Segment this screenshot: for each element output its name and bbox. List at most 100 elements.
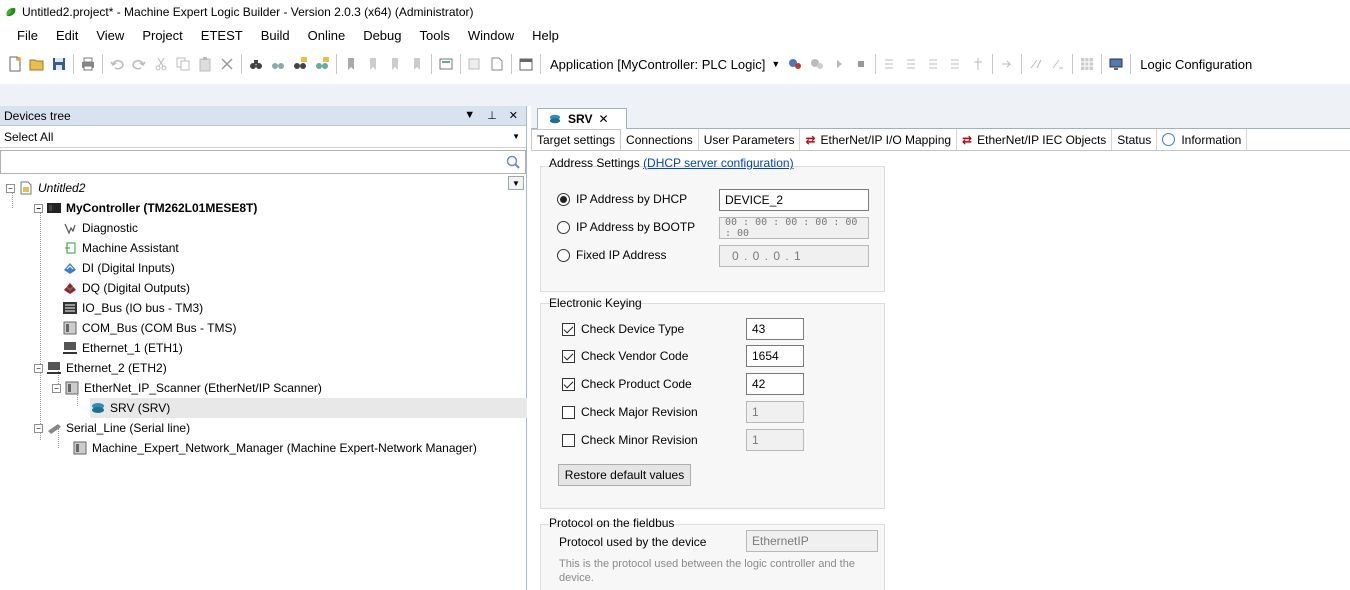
tree-node-ethernet-ip-scanner[interactable]: − EtherNet_IP_Scanner (EtherNet/IP Scann…	[52, 378, 322, 398]
tree-node-com-bus[interactable]: COM_Bus (COM Bus - TMS)	[62, 318, 236, 338]
pane-menu-icon[interactable]: ▼	[464, 109, 475, 122]
menu-edit[interactable]: Edit	[47, 25, 87, 47]
device-type-input[interactable]: 43	[746, 318, 804, 340]
menu-window[interactable]: Window	[459, 25, 523, 47]
tree-node-machine-assistant[interactable]: Machine Assistant	[62, 238, 179, 258]
menu-file[interactable]: File	[8, 25, 47, 47]
tab-connections[interactable]: Connections	[621, 129, 699, 150]
find-icon[interactable]	[246, 54, 266, 74]
build-dropdown-icon[interactable]	[465, 54, 485, 74]
menu-view[interactable]: View	[87, 25, 133, 47]
logic-configuration-button[interactable]: Logic Configuration	[1134, 57, 1252, 72]
next-bookmark-icon[interactable]	[363, 54, 383, 74]
fixed-ip-input[interactable]: 0 . 0 . 0 . 1	[719, 245, 869, 267]
check-product-code[interactable]: Check Product Code	[562, 377, 692, 391]
check-major-revision[interactable]: Check Major Revision	[562, 405, 698, 419]
clear-bookmarks-icon[interactable]	[407, 54, 427, 74]
product-code-input[interactable]: 42	[746, 373, 804, 395]
delete-icon[interactable]	[217, 54, 237, 74]
save-icon[interactable]	[49, 54, 69, 74]
tree-node-srv[interactable]: SRV (SRV)	[90, 398, 527, 418]
checkbox-checked[interactable]	[562, 349, 575, 363]
tree-node-digital-inputs[interactable]: DI (Digital Inputs)	[62, 258, 175, 278]
tree-node-network-manager[interactable]: Machine_Expert_Network_Manager (Machine …	[72, 438, 477, 458]
stop-icon[interactable]	[851, 54, 871, 74]
start-icon[interactable]	[829, 54, 849, 74]
select-all-dropdown[interactable]: Select All ▼	[0, 126, 526, 148]
redo-icon[interactable]	[129, 54, 149, 74]
pin-icon[interactable]: ⊥	[487, 109, 497, 122]
step-into-icon[interactable]	[902, 54, 922, 74]
tab-user-parameters[interactable]: User Parameters	[699, 129, 801, 150]
ip-dhcp-radio[interactable]: IP Address by DHCP	[557, 192, 687, 206]
active-application-select[interactable]: Application [MyController: PLC Logic] ▼	[544, 53, 784, 75]
tree-node-ethernet-2[interactable]: − Ethernet_2 (ETH2)	[34, 358, 167, 378]
check-minor-revision[interactable]: Check Minor Revision	[562, 433, 698, 447]
step-out-icon[interactable]	[924, 54, 944, 74]
logout-icon[interactable]	[807, 54, 827, 74]
fixed-ip-radio[interactable]: Fixed IP Address	[557, 248, 667, 262]
tree-node-serial-line[interactable]: − Serial_Line (Serial line)	[34, 418, 190, 438]
undo-icon[interactable]	[107, 54, 127, 74]
menu-tools[interactable]: Tools	[411, 25, 459, 47]
ip-bootp-radio[interactable]: IP Address by BOOTP	[557, 220, 695, 234]
new-project-icon[interactable]	[5, 54, 25, 74]
unforce-values-icon[interactable]	[1048, 54, 1068, 74]
compile-icon[interactable]	[436, 54, 456, 74]
tree-search-input[interactable]	[0, 150, 526, 174]
collapse-icon[interactable]: −	[34, 423, 43, 433]
checkbox-checked[interactable]	[562, 377, 575, 391]
calendar-icon[interactable]	[516, 54, 536, 74]
minor-revision-input[interactable]: 1	[746, 429, 804, 451]
close-icon[interactable]: ✕	[598, 112, 608, 126]
tab-iec-objects[interactable]: ⇄ EtherNet/IP IEC Objects	[957, 129, 1113, 150]
menu-help[interactable]: Help	[523, 25, 568, 47]
checkbox-unchecked[interactable]	[562, 433, 575, 447]
collapse-icon[interactable]: −	[52, 383, 61, 393]
radio-unselected[interactable]	[557, 248, 570, 262]
replace-icon[interactable]	[268, 54, 288, 74]
close-icon[interactable]: ✕	[509, 109, 518, 122]
tab-target-settings[interactable]: Target settings	[531, 129, 622, 150]
doc-tab-srv[interactable]: SRV ✕	[537, 108, 627, 129]
check-vendor-code[interactable]: Check Vendor Code	[562, 349, 688, 363]
replace-in-project-icon[interactable]	[312, 54, 332, 74]
tree-node-ethernet-1[interactable]: Ethernet_1 (ETH1)	[62, 338, 183, 358]
menu-build[interactable]: Build	[252, 25, 299, 47]
force-values-icon[interactable]	[1026, 54, 1046, 74]
tree-node-diagnostic[interactable]: Diagnostic	[62, 218, 138, 238]
dhcp-device-name-input[interactable]: DEVICE_2	[719, 189, 869, 211]
copy-icon[interactable]	[173, 54, 193, 74]
tree-node-io-bus[interactable]: IO_Bus (IO bus - TM3)	[62, 298, 203, 318]
tab-status[interactable]: Status	[1112, 129, 1158, 150]
paste-icon[interactable]	[195, 54, 215, 74]
tree-node-project[interactable]: − Untitled2	[6, 178, 85, 198]
print-icon[interactable]	[78, 54, 98, 74]
tab-information[interactable]: Information	[1157, 129, 1248, 150]
find-in-project-icon[interactable]	[290, 54, 310, 74]
restore-default-values-button[interactable]: Restore default values	[558, 464, 691, 486]
checkbox-checked[interactable]	[562, 322, 575, 336]
menu-project[interactable]: Project	[133, 25, 191, 47]
login-icon[interactable]	[785, 54, 805, 74]
check-device-type[interactable]: Check Device Type	[562, 322, 684, 336]
bookmark-icon[interactable]	[341, 54, 361, 74]
checkbox-unchecked[interactable]	[562, 405, 575, 419]
breakpoint-icon[interactable]	[968, 54, 988, 74]
prev-bookmark-icon[interactable]	[385, 54, 405, 74]
collapse-icon[interactable]: −	[34, 363, 43, 373]
vendor-code-input[interactable]: 1654	[746, 345, 804, 367]
menu-debug[interactable]: Debug	[354, 25, 410, 47]
run-to-cursor-icon[interactable]	[946, 54, 966, 74]
tree-node-controller[interactable]: − MyController (TM262L01MESE8T)	[34, 198, 257, 218]
monitor-icon[interactable]	[1106, 54, 1126, 74]
major-revision-input[interactable]: 1	[746, 401, 804, 423]
radio-selected[interactable]	[557, 192, 570, 206]
new-object-icon[interactable]	[487, 54, 507, 74]
tree-node-digital-outputs[interactable]: DQ (Digital Outputs)	[62, 278, 190, 298]
radio-unselected[interactable]	[557, 220, 570, 234]
search-icon[interactable]	[505, 154, 521, 170]
write-values-icon[interactable]	[997, 54, 1017, 74]
tree-dropdown-button[interactable]: ▼	[508, 176, 524, 190]
menu-etest[interactable]: ETEST	[192, 25, 252, 47]
